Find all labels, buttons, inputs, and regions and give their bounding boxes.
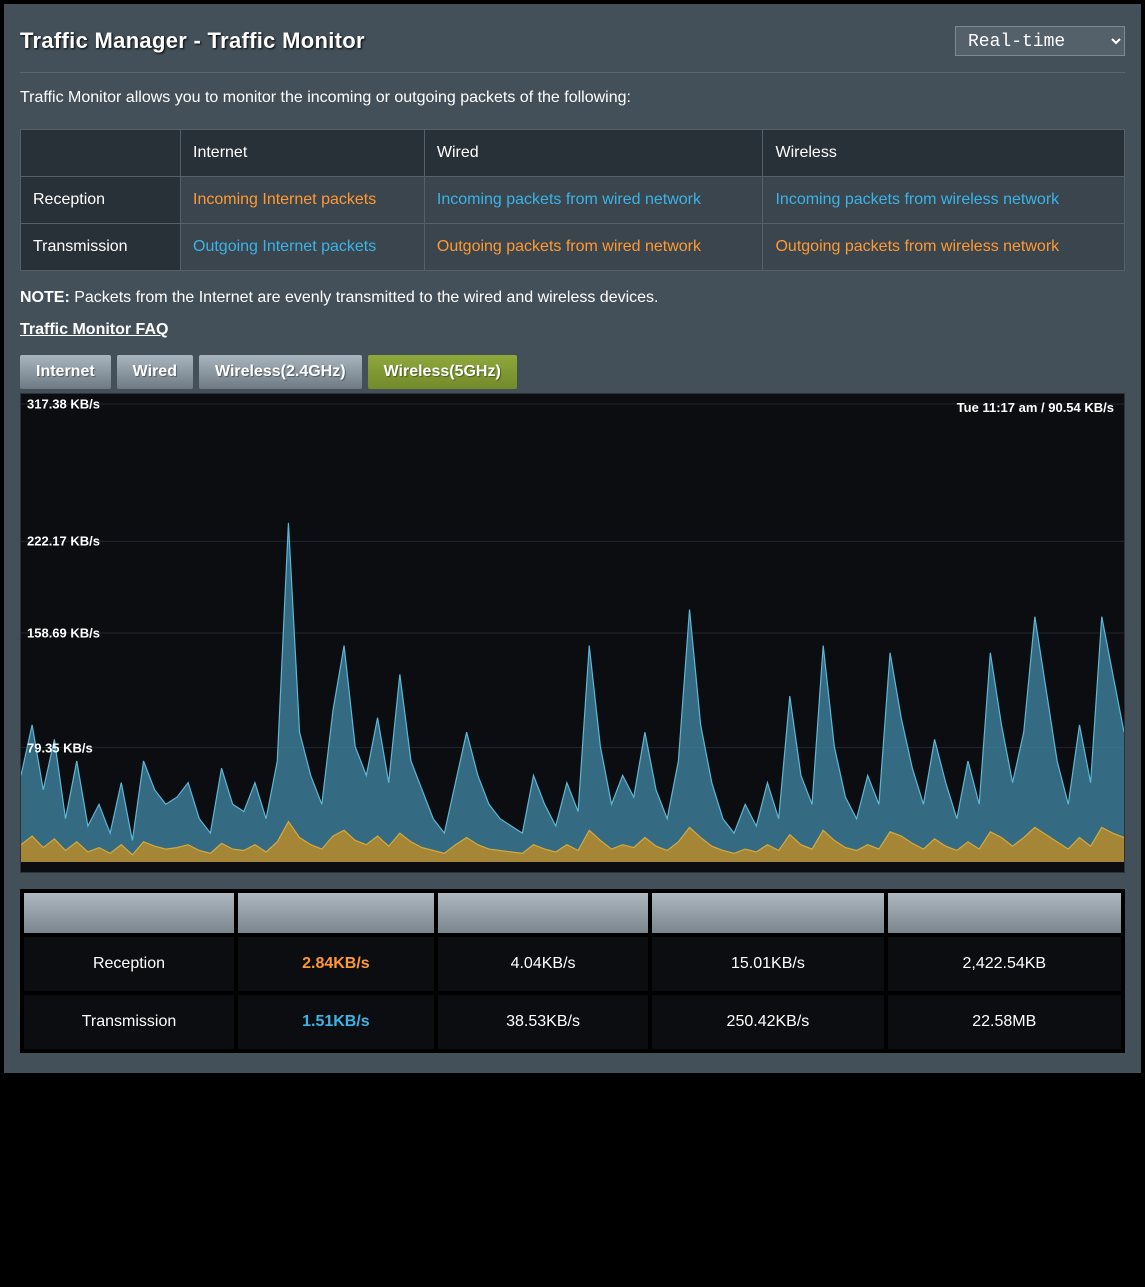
stats-current-value: 1.51KB/s — [302, 1013, 370, 1030]
y-tick-label: 158.69 KB/s — [27, 626, 100, 641]
stats-row: Reception 2.84KB/s 4.04KB/s15.01KB/s2,422.… — [24, 937, 1121, 991]
stats-table: Reception 2.84KB/s 4.04KB/s15.01KB/s2,422.… — [20, 889, 1125, 1053]
intro-text: Traffic Monitor allows you to monitor th… — [20, 89, 1125, 107]
def-col-header: Wireless — [763, 130, 1125, 177]
def-row-head: Reception — [21, 177, 181, 224]
def-cell: Outgoing packets from wireless network — [763, 224, 1125, 271]
stats-cell: 2,422.54KB — [888, 937, 1121, 991]
page-title: Traffic Manager - Traffic Monitor — [20, 28, 365, 54]
def-link[interactable]: Incoming packets from wired network — [437, 191, 701, 208]
stats-cell: 4.04KB/s — [438, 937, 648, 991]
note-label: NOTE: — [20, 289, 70, 306]
def-row: Reception Incoming Internet packets Incomi… — [21, 177, 1125, 224]
def-cell: Outgoing Internet packets — [181, 224, 425, 271]
stats-col-header — [438, 893, 648, 933]
stats-current-value: 2.84KB/s — [302, 955, 370, 972]
tab-bar: InternetWiredWireless(2.4GHz)Wireless(5G… — [20, 355, 1125, 389]
def-link[interactable]: Outgoing Internet packets — [193, 238, 376, 255]
def-col-header: Internet — [181, 130, 425, 177]
stats-row: Transmission 1.51KB/s 38.53KB/s250.42KB/s2… — [24, 995, 1121, 1049]
mode-select[interactable]: Real-time — [955, 26, 1125, 56]
def-link[interactable]: Incoming packets from wireless network — [775, 191, 1059, 208]
tab-wireless-2-4ghz-[interactable]: Wireless(2.4GHz) — [199, 355, 362, 389]
note-body: Packets from the Internet are evenly tra… — [70, 289, 659, 306]
def-row-head: Transmission — [21, 224, 181, 271]
stats-col-header — [888, 893, 1121, 933]
def-cell: Incoming packets from wired network — [424, 177, 763, 224]
def-link[interactable]: Incoming Internet packets — [193, 191, 376, 208]
stats-cell: 250.42KB/s — [652, 995, 883, 1049]
def-col-header — [21, 130, 181, 177]
y-tick-label: 317.38 KB/s — [27, 396, 100, 411]
y-tick-label: 222.17 KB/s — [27, 534, 100, 549]
definition-table: InternetWiredWireless Reception Incoming … — [20, 129, 1125, 271]
tab-wired[interactable]: Wired — [117, 355, 193, 389]
chart-status: Tue 11:17 am / 90.54 KB/s — [957, 400, 1114, 415]
stats-cell: 15.01KB/s — [652, 937, 883, 991]
def-col-header: Wired — [424, 130, 763, 177]
stats-col-header — [652, 893, 883, 933]
main-panel: Traffic Manager - Traffic Monitor Real-t… — [0, 0, 1145, 1077]
stats-cell: 2.84KB/s — [238, 937, 434, 991]
stats-cell: 22.58MB — [888, 995, 1121, 1049]
def-cell: Outgoing packets from wired network — [424, 224, 763, 271]
tab-internet[interactable]: Internet — [20, 355, 111, 389]
faq-link[interactable]: Traffic Monitor FAQ — [20, 321, 168, 338]
stats-cell: 1.51KB/s — [238, 995, 434, 1049]
def-cell: Incoming packets from wireless network — [763, 177, 1125, 224]
tab-wireless-5ghz-[interactable]: Wireless(5GHz) — [368, 355, 517, 389]
def-row: Transmission Outgoing Internet packets Out… — [21, 224, 1125, 271]
def-link[interactable]: Outgoing packets from wireless network — [775, 238, 1059, 255]
stats-cell: 38.53KB/s — [438, 995, 648, 1049]
note-text: NOTE: Packets from the Internet are even… — [20, 289, 1125, 307]
chart-svg — [21, 394, 1124, 872]
def-link[interactable]: Outgoing packets from wired network — [437, 238, 701, 255]
stats-col-header — [24, 893, 234, 933]
stats-row-head: Transmission — [24, 995, 234, 1049]
y-tick-label: 79.35 KB/s — [27, 740, 93, 755]
def-cell: Incoming Internet packets — [181, 177, 425, 224]
header-row: Traffic Manager - Traffic Monitor Real-t… — [20, 18, 1125, 73]
stats-row-head: Reception — [24, 937, 234, 991]
traffic-chart: Tue 11:17 am / 90.54 KB/s 317.38 KB/s 222… — [20, 393, 1125, 873]
stats-col-header — [238, 893, 434, 933]
